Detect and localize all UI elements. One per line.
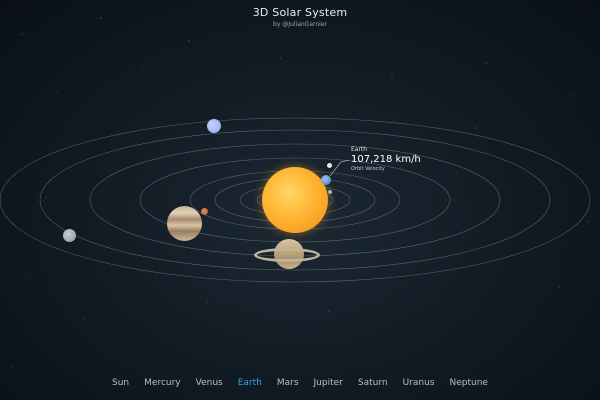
sun[interactable]	[262, 167, 328, 233]
nav-item-sun[interactable]: Sun	[112, 378, 129, 388]
nav-item-neptune[interactable]: Neptune	[450, 378, 488, 388]
saturn-rings	[254, 248, 320, 262]
nav-item-mars[interactable]: Mars	[277, 378, 299, 388]
planet-mercury[interactable]	[328, 190, 332, 194]
nav-item-saturn[interactable]: Saturn	[358, 378, 388, 388]
info-velocity-value: 107,218 km/h	[351, 154, 421, 165]
page-title: 3D Solar System	[252, 6, 348, 19]
planet-venus[interactable]	[327, 163, 332, 168]
nav-item-mercury[interactable]: Mercury	[144, 378, 180, 388]
nav-item-uranus[interactable]: Uranus	[403, 378, 435, 388]
nav-item-venus[interactable]: Venus	[196, 378, 223, 388]
planet-earth[interactable]	[321, 175, 331, 185]
nav-item-earth[interactable]: Earth	[238, 378, 262, 388]
author-byline: by @JulianGarnier	[273, 21, 327, 28]
info-velocity-label: Orbit Velocity	[351, 166, 385, 172]
header: 3D Solar System by @JulianGarnier	[0, 6, 600, 28]
planet-uranus[interactable]	[207, 119, 221, 133]
nav-item-jupiter[interactable]: Jupiter	[314, 378, 343, 388]
solar-system-scene[interactable]: Earth 107,218 km/h Orbit Velocity 3D Sol…	[0, 0, 600, 400]
planet-neptune[interactable]	[63, 229, 76, 242]
planet-info-card: Earth 107,218 km/h Orbit Velocity	[351, 147, 421, 172]
planet-mars[interactable]	[201, 208, 208, 215]
info-planet-name: Earth	[351, 146, 368, 153]
planet-jupiter[interactable]	[167, 206, 202, 241]
planet-nav: Sun Mercury Venus Earth Mars Jupiter Sat…	[0, 378, 600, 388]
